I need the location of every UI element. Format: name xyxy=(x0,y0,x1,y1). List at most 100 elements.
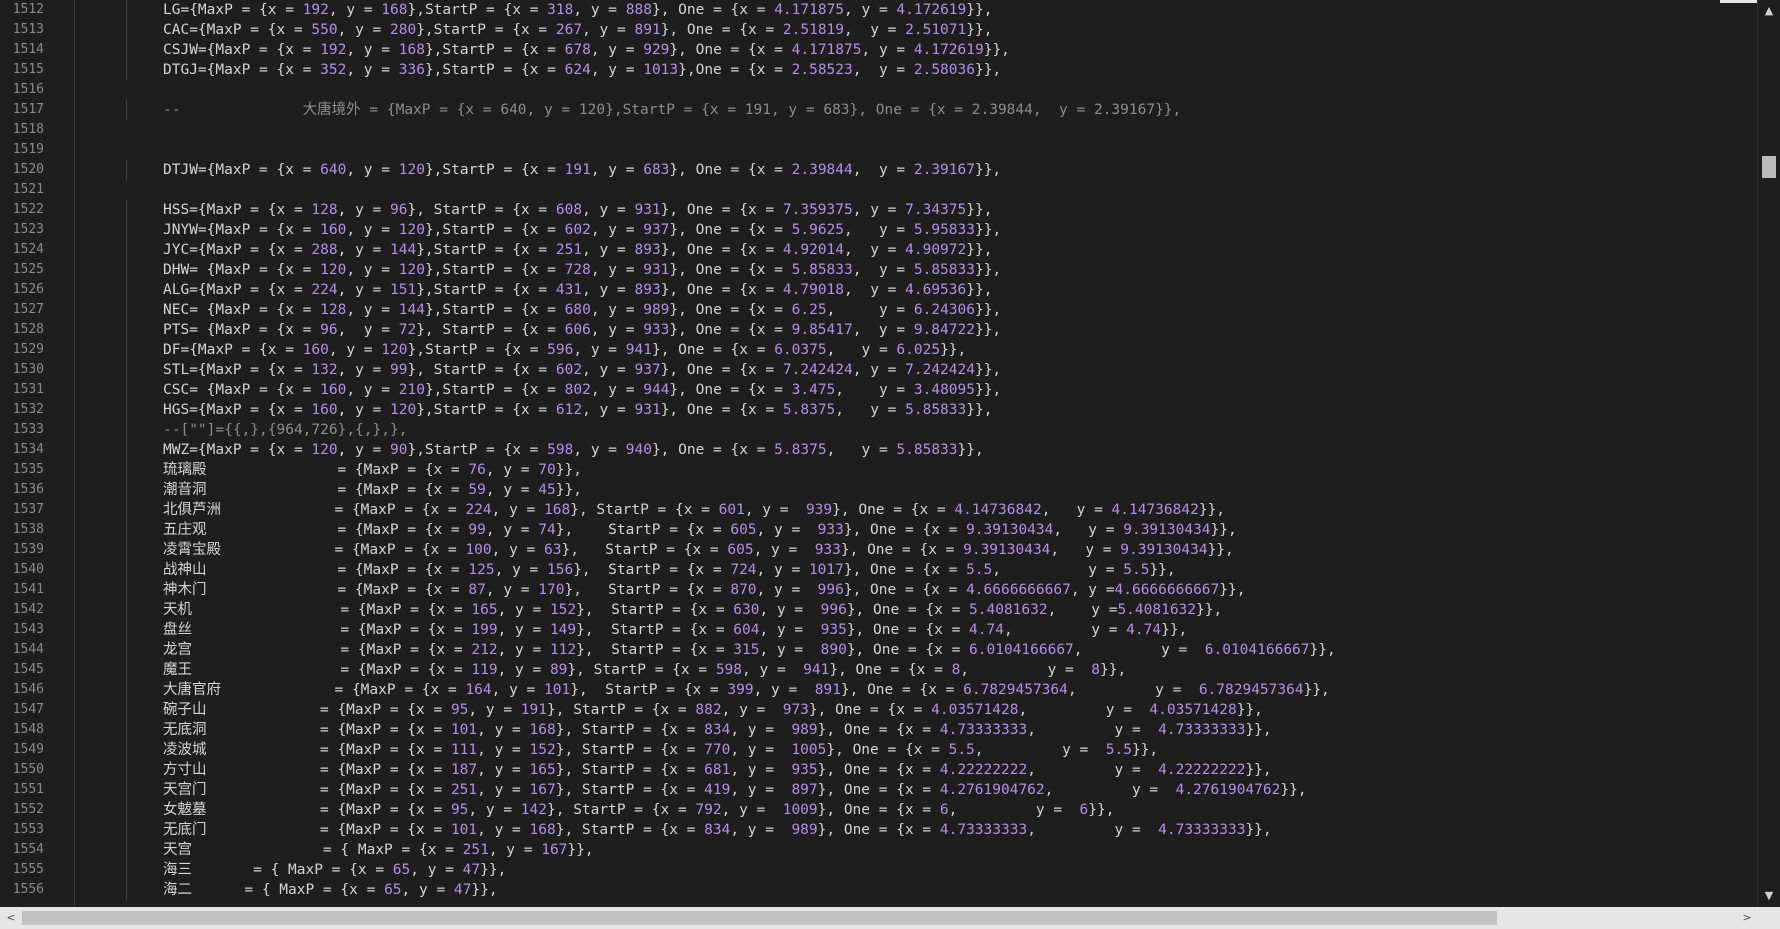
code-line[interactable]: 1535 琉璃殿 = {MaxP = {x = 76, y = 70}}, xyxy=(0,460,1758,480)
code-text[interactable]: 碗子山 = {MaxP = {x = 95, y = 191}, StartP … xyxy=(163,700,1263,720)
code-line[interactable]: 1548 无底洞 = {MaxP = {x = 101, y = 168}, St… xyxy=(0,720,1758,740)
code-text[interactable]: NEC= {MaxP = {x = 128, y = 144},StartP =… xyxy=(163,300,1001,320)
code-line[interactable]: 1523 JNYW={MaxP = {x = 160, y = 120},Star… xyxy=(0,220,1758,240)
code-text[interactable]: 凌波城 = {MaxP = {x = 111, y = 152}, StartP… xyxy=(163,740,1158,760)
code-text[interactable]: 盘丝 = {MaxP = {x = 199, y = 149}, StartP … xyxy=(163,620,1187,640)
code-line[interactable]: 1513 CAC={MaxP = {x = 550, y = 280},Start… xyxy=(0,20,1758,40)
code-line[interactable]: 1527 NEC= {MaxP = {x = 128, y = 144},Star… xyxy=(0,300,1758,320)
scroll-up-icon[interactable]: ▲ xyxy=(1758,0,1780,22)
scroll-right-icon[interactable]: > xyxy=(1736,907,1758,929)
code-text[interactable]: JYC={MaxP = {x = 288, y = 144},StartP = … xyxy=(163,240,992,260)
code-text[interactable]: DHW= {MaxP = {x = 120, y = 120},StartP =… xyxy=(163,260,1001,280)
code-text[interactable]: DTJW={MaxP = {x = 640, y = 120},StartP =… xyxy=(163,160,1001,180)
vertical-scroll-thumb[interactable] xyxy=(1762,156,1776,178)
code-line[interactable]: 1538 五庄观 = {MaxP = {x = 99, y = 74}, Star… xyxy=(0,520,1758,540)
code-text[interactable]: HSS={MaxP = {x = 128, y = 96}, StartP = … xyxy=(163,200,992,220)
code-text[interactable]: 女魃墓 = {MaxP = {x = 95, y = 142}, StartP … xyxy=(163,800,1114,820)
code-text[interactable]: CSJW={MaxP = {x = 192, y = 168},StartP =… xyxy=(163,40,1010,60)
code-line[interactable]: 1518 xyxy=(0,120,1758,140)
code-text[interactable]: 龙宫 = {MaxP = {x = 212, y = 112}, StartP … xyxy=(163,640,1336,660)
code-text[interactable]: 海三 = { MaxP = {x = 65, y = 47}}, xyxy=(163,860,506,880)
code-line[interactable]: 1551 天宫门 = {MaxP = {x = 251, y = 167}, St… xyxy=(0,780,1758,800)
code-comment[interactable]: -- 大唐境外 = {MaxP = {x = 640, y = 120},Sta… xyxy=(163,100,1181,120)
code-text[interactable]: 海二 = { MaxP = {x = 65, y = 47}}, xyxy=(163,880,498,900)
code-text[interactable]: 神木门 = {MaxP = {x = 87, y = 170}, StartP … xyxy=(163,580,1245,600)
code-lines[interactable]: 1512 LG={MaxP = {x = 192, y = 168},StartP… xyxy=(0,0,1758,900)
code-line[interactable]: 1512 LG={MaxP = {x = 192, y = 168},StartP… xyxy=(0,0,1758,20)
code-line[interactable]: 1519 xyxy=(0,140,1758,160)
code-text[interactable]: CAC={MaxP = {x = 550, y = 280},StartP = … xyxy=(163,20,992,40)
code-line[interactable]: 1524 JYC={MaxP = {x = 288, y = 144},Start… xyxy=(0,240,1758,260)
horizontal-scroll-thumb[interactable] xyxy=(22,911,1497,925)
code-line[interactable]: 1554 天宫 = { MaxP = {x = 251, y = 167}}, xyxy=(0,840,1758,860)
code-text[interactable]: LG={MaxP = {x = 192, y = 168},StartP = {… xyxy=(163,0,992,20)
code-text[interactable]: 凌霄宝殿 = {MaxP = {x = 100, y = 63}, StartP… xyxy=(163,540,1234,560)
horizontal-scrollbar[interactable]: < > xyxy=(0,907,1758,929)
code-text[interactable]: 天宫门 = {MaxP = {x = 251, y = 167}, StartP… xyxy=(163,780,1307,800)
scroll-left-icon[interactable]: < xyxy=(0,907,22,929)
code-line[interactable]: 1514 CSJW={MaxP = {x = 192, y = 168},Star… xyxy=(0,40,1758,60)
code-text[interactable]: 琉璃殿 = {MaxP = {x = 76, y = 70}}, xyxy=(163,460,582,480)
code-line[interactable]: 1522 HSS={MaxP = {x = 128, y = 96}, Start… xyxy=(0,200,1758,220)
code-line[interactable]: 1537 北俱芦洲 = {MaxP = {x = 224, y = 168}, S… xyxy=(0,500,1758,520)
line-number: 1547 xyxy=(12,702,44,717)
code-text[interactable]: PTS= {MaxP = {x = 96, y = 72}, StartP = … xyxy=(163,320,1001,340)
code-line[interactable]: 1549 凌波城 = {MaxP = {x = 111, y = 152}, St… xyxy=(0,740,1758,760)
code-text[interactable]: ALG={MaxP = {x = 224, y = 151},StartP = … xyxy=(163,280,992,300)
code-line[interactable]: 1546 大唐官府 = {MaxP = {x = 164, y = 101}, S… xyxy=(0,680,1758,700)
scroll-down-icon[interactable]: ▼ xyxy=(1758,885,1780,907)
code-line[interactable]: 1543 盘丝 = {MaxP = {x = 199, y = 149}, Sta… xyxy=(0,620,1758,640)
code-line[interactable]: 1520 DTJW={MaxP = {x = 640, y = 120},Star… xyxy=(0,160,1758,180)
code-text[interactable]: 五庄观 = {MaxP = {x = 99, y = 74}, StartP =… xyxy=(163,520,1237,540)
code-text[interactable]: MWZ={MaxP = {x = 120, y = 90},StartP = {… xyxy=(163,440,984,460)
code-line[interactable]: 1555 海三 = { MaxP = {x = 65, y = 47}}, xyxy=(0,860,1758,880)
code-line[interactable]: 1530 STL={MaxP = {x = 132, y = 99}, Start… xyxy=(0,360,1758,380)
code-text[interactable]: 魔王 = {MaxP = {x = 119, y = 89}, StartP =… xyxy=(163,660,1126,680)
code-editor[interactable]: 1512 LG={MaxP = {x = 192, y = 168},StartP… xyxy=(0,0,1758,907)
code-text[interactable]: STL={MaxP = {x = 132, y = 99}, StartP = … xyxy=(163,360,1001,380)
code-line[interactable]: 1525 DHW= {MaxP = {x = 120, y = 120},Star… xyxy=(0,260,1758,280)
line-number: 1529 xyxy=(12,342,44,357)
code-line[interactable]: 1553 无底门 = {MaxP = {x = 101, y = 168}, St… xyxy=(0,820,1758,840)
code-line[interactable]: 1545 魔王 = {MaxP = {x = 119, y = 89}, Star… xyxy=(0,660,1758,680)
code-text[interactable]: 天机 = {MaxP = {x = 165, y = 152}, StartP … xyxy=(163,600,1222,620)
code-line[interactable]: 1532 HGS={MaxP = {x = 160, y = 120},Start… xyxy=(0,400,1758,420)
code-line[interactable]: 1541 神木门 = {MaxP = {x = 87, y = 170}, Sta… xyxy=(0,580,1758,600)
code-text[interactable]: 北俱芦洲 = {MaxP = {x = 224, y = 168}, Start… xyxy=(163,500,1225,520)
code-line[interactable]: 1534 MWZ={MaxP = {x = 120, y = 90},StartP… xyxy=(0,440,1758,460)
code-line[interactable]: 1533 --[""]={{,},{964,726},{,},}, xyxy=(0,420,1758,440)
code-text[interactable]: HGS={MaxP = {x = 160, y = 120},StartP = … xyxy=(163,400,992,420)
code-text[interactable]: 战神山 = {MaxP = {x = 125, y = 156}, StartP… xyxy=(163,560,1176,580)
code-line[interactable]: 1552 女魃墓 = {MaxP = {x = 95, y = 142}, Sta… xyxy=(0,800,1758,820)
code-line[interactable]: 1547 碗子山 = {MaxP = {x = 95, y = 191}, Sta… xyxy=(0,700,1758,720)
indent-guide xyxy=(126,780,127,800)
code-line[interactable]: 1529 DF={MaxP = {x = 160, y = 120},StartP… xyxy=(0,340,1758,360)
code-line[interactable]: 1544 龙宫 = {MaxP = {x = 212, y = 112}, Sta… xyxy=(0,640,1758,660)
code-text[interactable]: 大唐官府 = {MaxP = {x = 164, y = 101}, Start… xyxy=(163,680,1330,700)
code-text[interactable]: 无底门 = {MaxP = {x = 101, y = 168}, StartP… xyxy=(163,820,1272,840)
code-line[interactable]: 1531 CSC= {MaxP = {x = 160, y = 210},Star… xyxy=(0,380,1758,400)
code-line[interactable]: 1528 PTS= {MaxP = {x = 96, y = 72}, Start… xyxy=(0,320,1758,340)
code-line[interactable]: 1521 xyxy=(0,180,1758,200)
code-line[interactable]: 1517 -- 大唐境外 = {MaxP = {x = 640, y = 120}… xyxy=(0,100,1758,120)
code-line[interactable]: 1540 战神山 = {MaxP = {x = 125, y = 156}, St… xyxy=(0,560,1758,580)
code-line[interactable]: 1515 DTGJ={MaxP = {x = 352, y = 336},Star… xyxy=(0,60,1758,80)
code-text[interactable]: DF={MaxP = {x = 160, y = 120},StartP = {… xyxy=(163,340,966,360)
code-text[interactable]: 方寸山 = {MaxP = {x = 187, y = 165}, StartP… xyxy=(163,760,1272,780)
code-text[interactable]: CSC= {MaxP = {x = 160, y = 210},StartP =… xyxy=(163,380,1001,400)
code-text[interactable]: 潮音洞 = {MaxP = {x = 59, y = 45}}, xyxy=(163,480,582,500)
code-line[interactable]: 1516 xyxy=(0,80,1758,100)
code-line[interactable]: 1550 方寸山 = {MaxP = {x = 187, y = 165}, St… xyxy=(0,760,1758,780)
code-text[interactable]: JNYW={MaxP = {x = 160, y = 120},StartP =… xyxy=(163,220,1001,240)
code-text[interactable]: 无底洞 = {MaxP = {x = 101, y = 168}, StartP… xyxy=(163,720,1272,740)
code-line[interactable]: 1556 海二 = { MaxP = {x = 65, y = 47}}, xyxy=(0,880,1758,900)
code-text[interactable]: DTGJ={MaxP = {x = 352, y = 336},StartP =… xyxy=(163,60,1001,80)
code-text[interactable]: 天宫 = { MaxP = {x = 251, y = 167}}, xyxy=(163,840,594,860)
indent-guide xyxy=(126,660,127,680)
code-comment[interactable]: --[""]={{,},{964,726},{,},}, xyxy=(163,420,407,440)
code-line[interactable]: 1536 潮音洞 = {MaxP = {x = 59, y = 45}}, xyxy=(0,480,1758,500)
code-line[interactable]: 1542 天机 = {MaxP = {x = 165, y = 152}, Sta… xyxy=(0,600,1758,620)
vertical-scrollbar[interactable]: ▲ ▼ xyxy=(1757,0,1780,907)
code-line[interactable]: 1539 凌霄宝殿 = {MaxP = {x = 100, y = 63}, St… xyxy=(0,540,1758,560)
code-line[interactable]: 1526 ALG={MaxP = {x = 224, y = 151},Start… xyxy=(0,280,1758,300)
